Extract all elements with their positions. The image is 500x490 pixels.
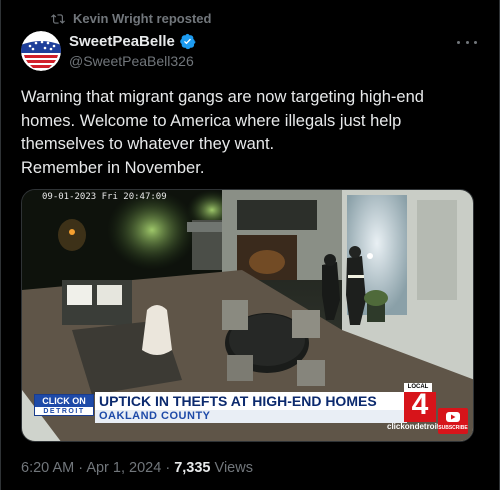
tweet-post[interactable]: Kevin Wright reposted SweetPeaBelle @Swe… <box>0 0 500 490</box>
author-name-row[interactable]: SweetPeaBelle <box>69 33 196 50</box>
tweet-line: Remember in November. <box>21 158 205 177</box>
tweet-text: Warning that migrant gangs are now targe… <box>21 86 481 180</box>
news-headline: UPTICK IN THEFTS AT HIGH-END HOMES <box>99 393 377 409</box>
camera-timestamp: 09-01-2023 Fri 20:47:09 <box>42 192 167 202</box>
post-time[interactable]: 6:20 AM <box>21 460 74 476</box>
more-dot <box>457 40 460 44</box>
author-handle[interactable]: @SweetPeaBell326 <box>69 53 194 69</box>
repost-label: Kevin Wright reposted <box>73 11 212 26</box>
more-options-icon[interactable] <box>457 34 477 50</box>
repost-icon <box>51 13 65 24</box>
subscribe-label: SUBSCRIBE <box>438 425 468 431</box>
youtube-play-icon <box>446 412 460 422</box>
meta-separator: · <box>78 460 84 476</box>
more-dot <box>465 40 469 44</box>
tweet-line: Warning that migrant gangs are now targe… <box>21 88 424 106</box>
news-subhead: OAKLAND COUNTY <box>99 410 211 422</box>
meta-separator: · <box>165 460 171 476</box>
views-count: 7,335 <box>174 460 211 476</box>
tweet-line: homes. Welcome to America where illegals… <box>21 111 402 130</box>
channel-number: 4 <box>411 388 429 421</box>
post-date[interactable]: Apr 1, 2024 <box>86 460 161 476</box>
tweet-line: themselves to whatever they want. <box>21 135 275 153</box>
repost-indicator[interactable]: Kevin Wright reposted <box>51 11 211 26</box>
views-label: Views <box>214 460 253 476</box>
post-meta: 6:20 AM · Apr 1, 2024 · 7,335 Views <box>21 460 253 476</box>
station-brand-bottom: DETROIT <box>43 408 85 415</box>
avatar[interactable] <box>21 31 61 71</box>
verified-badge-icon <box>180 33 196 50</box>
avatar-image <box>21 31 61 71</box>
author-display-name[interactable]: SweetPeaBelle <box>69 33 175 50</box>
station-logo: CLICK ON DETROIT <box>34 394 94 416</box>
station-brand-top: CLICK ON <box>35 395 93 407</box>
more-dot <box>474 40 477 44</box>
